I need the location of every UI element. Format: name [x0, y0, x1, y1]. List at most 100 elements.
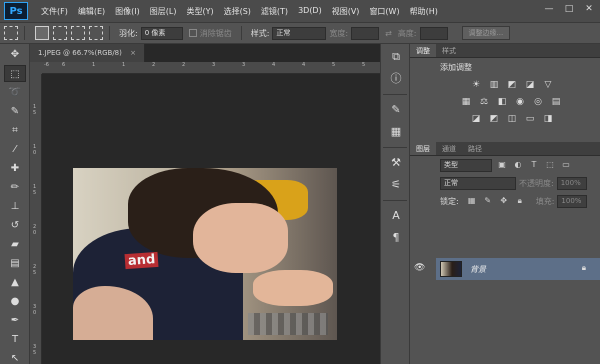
menu-filter[interactable]: 滤镜(T): [256, 6, 293, 17]
tab-styles[interactable]: 样式: [436, 44, 462, 57]
close-button[interactable]: ✕: [582, 3, 596, 15]
brightness-icon[interactable]: ☀: [470, 80, 482, 91]
dodge-tool-icon[interactable]: ●: [4, 293, 26, 310]
shape-filter-icon[interactable]: ⬚: [544, 159, 556, 171]
clone-stamp-tool-icon[interactable]: ⊥: [4, 198, 26, 215]
refine-edge-button[interactable]: 调整边缘...: [461, 26, 511, 40]
move-tool-icon[interactable]: ✥: [4, 46, 26, 63]
layer-background[interactable]: 背景 🔒︎: [436, 258, 600, 280]
image-canvas[interactable]: and: [73, 168, 337, 340]
ruler-tick: 5: [33, 190, 37, 196]
lock-pixels-icon[interactable]: ✎: [482, 195, 494, 207]
ruler-tick: 2: [152, 62, 156, 68]
menu-select[interactable]: 选择(S): [219, 6, 256, 17]
black-white-icon[interactable]: ◧: [496, 97, 508, 108]
tool-preset-icon[interactable]: ⚒: [386, 154, 406, 172]
threshold-icon[interactable]: ◫: [506, 114, 518, 125]
info-panel-icon[interactable]: ⓘ: [386, 70, 406, 88]
type-tool-icon[interactable]: T: [4, 331, 26, 348]
brush-panel-icon[interactable]: ⚟: [386, 176, 406, 194]
document-tab[interactable]: 1.JPEG @ 66.7%(RGB/8) ×: [30, 44, 145, 62]
brush-preset-icon[interactable]: ✎: [386, 101, 406, 119]
menu-window[interactable]: 窗口(W): [364, 6, 404, 17]
right-panels: 调整 样式 添加调整 ☀ ▥ ◩ ◪ ▽ ▦ ⚖ ◧ ◉ ◎ ▤ ◪ ◩ ◫ ▭…: [410, 44, 600, 364]
invert-icon[interactable]: ◪: [470, 114, 482, 125]
tab-paths[interactable]: 路径: [462, 142, 488, 155]
tab-channels[interactable]: 通道: [436, 142, 462, 155]
curves-icon[interactable]: ◩: [506, 80, 518, 91]
blur-tool-icon[interactable]: ▲: [4, 274, 26, 291]
antialias-checkbox[interactable]: [188, 29, 197, 37]
history-brush-tool-icon[interactable]: ↺: [4, 217, 26, 234]
add-selection-icon[interactable]: [53, 26, 67, 40]
quick-select-tool-icon[interactable]: ✎: [4, 103, 26, 120]
color-balance-icon[interactable]: ⚖: [478, 97, 490, 108]
vibrance-icon[interactable]: ▽: [542, 80, 554, 91]
posterize-icon[interactable]: ◩: [488, 114, 500, 125]
intersect-selection-icon[interactable]: [89, 26, 103, 40]
maximize-button[interactable]: □: [562, 3, 576, 15]
selective-color-icon[interactable]: ◨: [542, 114, 554, 125]
divider: [240, 26, 242, 40]
gradient-map-icon[interactable]: ▭: [524, 114, 536, 125]
type-filter-icon[interactable]: T: [528, 159, 540, 171]
ruler-tick: 5: [362, 62, 366, 68]
menu-layer[interactable]: 图层(L): [145, 6, 182, 17]
ruler-tick: 2: [182, 62, 186, 68]
swatches-panel-icon[interactable]: ▦: [386, 123, 406, 141]
ruler-tick: 0: [33, 230, 37, 236]
hue-saturation-icon[interactable]: ▦: [460, 97, 472, 108]
levels-icon[interactable]: ▥: [488, 80, 500, 91]
color-lookup-icon[interactable]: ▤: [550, 97, 562, 108]
lock-transparency-icon[interactable]: ▦: [466, 195, 478, 207]
crop-tool-icon[interactable]: ⌗: [4, 122, 26, 139]
blend-mode-select[interactable]: 正常: [440, 176, 516, 190]
healing-tool-icon[interactable]: ✚: [4, 160, 26, 177]
minimize-button[interactable]: —: [542, 3, 556, 15]
menu-file[interactable]: 文件(F): [36, 6, 73, 17]
path-select-tool-icon[interactable]: ↖: [4, 350, 26, 364]
subtract-selection-icon[interactable]: [71, 26, 85, 40]
opacity-input[interactable]: 100%: [556, 176, 587, 190]
lasso-tool-icon[interactable]: ➰: [4, 84, 26, 101]
tools-panel: ✥ ⬚ ➰ ✎ ⌗ ⁄ ✚ ✏ ⊥ ↺ ▰ ▤ ▲ ● ✒ T ↖: [0, 44, 30, 364]
character-panel-icon[interactable]: A: [386, 207, 406, 225]
adjustment-filter-icon[interactable]: ◐: [512, 159, 524, 171]
height-input[interactable]: [419, 26, 448, 40]
close-tab-icon[interactable]: ×: [130, 49, 136, 57]
tab-adjustments[interactable]: 调整: [410, 44, 436, 57]
lock-position-icon[interactable]: ✥: [498, 195, 510, 207]
brush-tool-icon[interactable]: ✏: [4, 179, 26, 196]
marquee-preset-icon[interactable]: [4, 26, 18, 40]
eyedropper-tool-icon[interactable]: ⁄: [4, 141, 26, 158]
pen-tool-icon[interactable]: ✒: [4, 312, 26, 329]
photo-filter-icon[interactable]: ◉: [514, 97, 526, 108]
swap-icon[interactable]: ⇄: [385, 29, 392, 38]
history-panel-icon[interactable]: ⧉: [386, 48, 406, 66]
menu-help[interactable]: 帮助(H): [405, 6, 443, 17]
menu-view[interactable]: 视图(V): [327, 6, 365, 17]
smart-object-filter-icon[interactable]: ▭: [560, 159, 572, 171]
gradient-tool-icon[interactable]: ▤: [4, 255, 26, 272]
filter-kind-select[interactable]: 类型: [440, 158, 492, 172]
opacity-label: 不透明度:: [519, 178, 554, 188]
feather-label: 羽化:: [119, 28, 138, 38]
channel-mixer-icon[interactable]: ◎: [532, 97, 544, 108]
new-selection-icon[interactable]: [35, 26, 49, 40]
visibility-eye-icon[interactable]: 👁︎: [414, 263, 425, 273]
eraser-tool-icon[interactable]: ▰: [4, 236, 26, 253]
width-input[interactable]: [351, 26, 380, 40]
tab-layers[interactable]: 图层: [410, 142, 436, 155]
feather-input[interactable]: 0 像素: [140, 26, 183, 40]
style-select[interactable]: 正常: [272, 26, 327, 40]
menu-edit[interactable]: 编辑(E): [73, 6, 110, 17]
lock-all-icon[interactable]: 🔒︎: [514, 195, 526, 207]
menu-type[interactable]: 类型(Y): [181, 6, 218, 17]
menu-3d[interactable]: 3D(D): [293, 6, 327, 17]
paragraph-panel-icon[interactable]: ¶: [386, 229, 406, 247]
exposure-icon[interactable]: ◪: [524, 80, 536, 91]
marquee-tool-icon[interactable]: ⬚: [4, 65, 26, 82]
menu-image[interactable]: 图像(I): [110, 6, 145, 17]
fill-input[interactable]: 100%: [557, 194, 588, 208]
pixel-filter-icon[interactable]: ▣: [496, 159, 508, 171]
